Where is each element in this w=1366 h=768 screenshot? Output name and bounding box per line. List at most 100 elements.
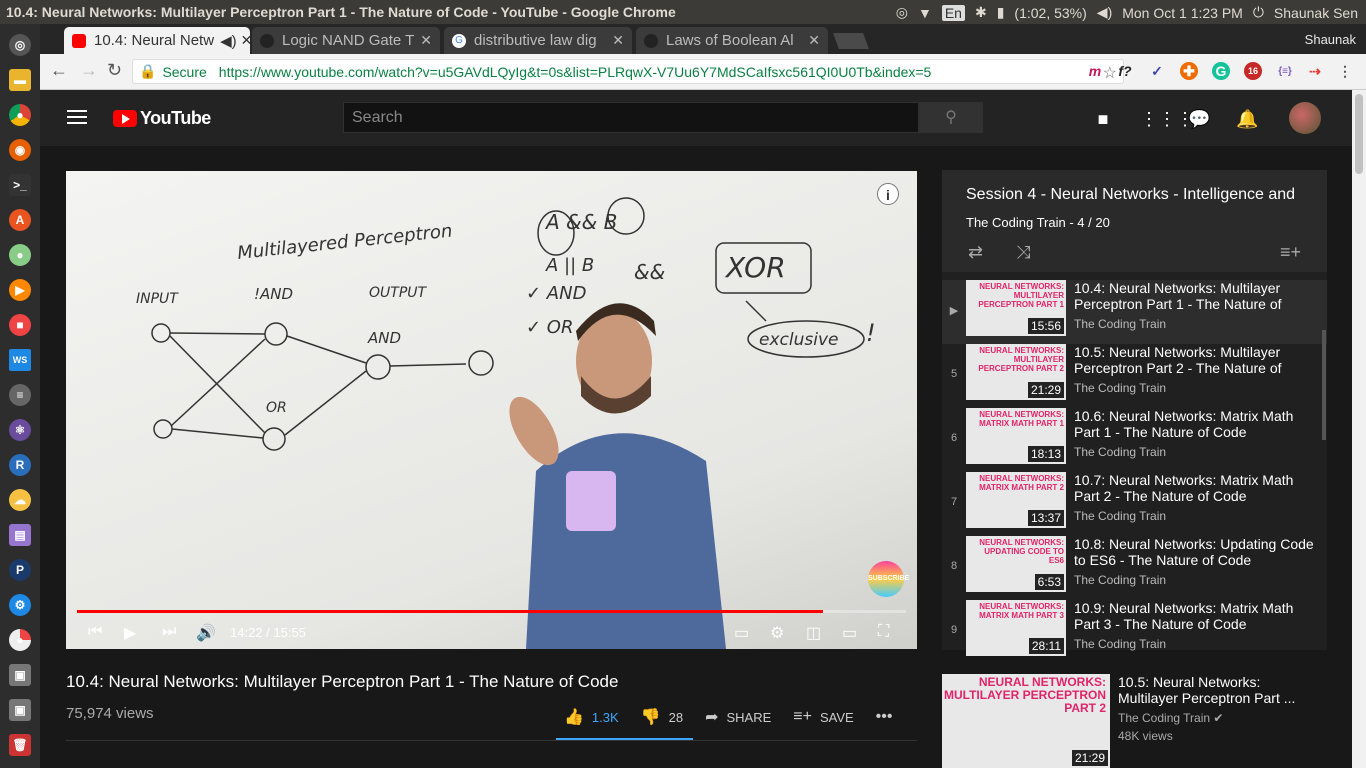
playlist-item[interactable]: 5 Neural Networks: Multilayer Perceptron … <box>942 344 1327 408</box>
close-icon[interactable]: ✕ <box>804 32 820 49</box>
apps-grid-icon[interactable]: ⋮⋮⋮ <box>1140 108 1194 130</box>
toggle-app-icon[interactable]: ● <box>9 244 31 266</box>
recommended-channel[interactable]: The Coding Train ✔ <box>1118 711 1223 725</box>
tab-youtube[interactable]: 10.4: Neural Netw ◀) ✕ <box>64 27 250 54</box>
play-icon[interactable]: ▶ <box>124 623 136 643</box>
profile-name[interactable]: Shaunak <box>1305 32 1356 47</box>
drive-icon-2[interactable]: ▣ <box>9 699 31 721</box>
new-tab-button[interactable] <box>833 33 869 49</box>
playlist-item[interactable]: 6 Neural Networks: Matrix Math Part 1 18:1… <box>942 408 1327 472</box>
tab-distributive-law[interactable]: G distributive law dig ✕ <box>444 27 632 54</box>
save-button[interactable]: ≡+ SAVE <box>793 708 853 726</box>
more-options-button[interactable]: ••• <box>876 708 901 726</box>
battery-icon[interactable]: ▮ <box>997 4 1005 21</box>
playlist-item-channel[interactable]: The Coding Train <box>1074 445 1166 459</box>
playlist-item-title[interactable]: 10.4: Neural Networks: Multilayer Percep… <box>1074 280 1314 312</box>
clock[interactable]: Mon Oct 1 1:23 PM <box>1122 5 1243 21</box>
settings-icon[interactable]: ⚙ <box>9 594 31 616</box>
puzzle-icon[interactable]: ✚ <box>1180 62 1198 80</box>
hamburger-menu-icon[interactable] <box>67 110 87 124</box>
close-icon[interactable]: ✕ <box>608 32 624 49</box>
close-icon[interactable]: ✕ <box>237 32 250 49</box>
like-button[interactable]: 👍 1.3K <box>564 707 619 727</box>
r-icon[interactable]: R <box>9 454 31 476</box>
avatar[interactable] <box>1289 102 1321 134</box>
playlist-item[interactable]: 9 Neural Networks: Matrix Math Part 3 28:1… <box>942 600 1327 664</box>
scrollbar-thumb[interactable] <box>1355 94 1363 174</box>
playlist-item-title[interactable]: 10.8: Neural Networks: Updating Code to … <box>1074 536 1314 568</box>
power-icon[interactable]: ⏻ <box>1253 4 1264 21</box>
playlist-item-title[interactable]: 10.5: Neural Networks: Multilayer Percep… <box>1074 344 1314 376</box>
atom-icon[interactable]: ⚛ <box>9 419 31 441</box>
keyboard-layout[interactable]: En <box>941 4 965 21</box>
disk-usage-icon[interactable]: ● <box>9 629 31 651</box>
playlist-title[interactable]: Session 4 - Neural Networks - Intelligen… <box>966 186 1306 204</box>
menu-icon[interactable]: ⋮ <box>1336 62 1354 80</box>
files-icon[interactable]: ▬ <box>9 69 31 91</box>
previous-icon[interactable]: ⏮ <box>88 623 102 641</box>
battery-status[interactable]: (1:02, 53%) <box>1014 5 1086 21</box>
terminal-icon[interactable]: >_ <box>9 174 31 196</box>
miniplayer-icon[interactable]: ◫ <box>806 623 821 643</box>
document-viewer-icon[interactable]: ▤ <box>9 524 31 546</box>
playlist-item-thumbnail[interactable]: Neural Networks: Multilayer Perceptron P… <box>966 344 1066 400</box>
recommended-video[interactable]: Neural Networks: Multilayer Perceptron P… <box>942 674 1327 768</box>
recommended-title[interactable]: 10.5: Neural Networks: Multilayer Percep… <box>1118 674 1323 706</box>
trash-icon[interactable]: 🗑 <box>9 734 31 756</box>
bookmark-star-icon[interactable]: ☆ <box>1103 63 1117 83</box>
vlc-icon[interactable]: ▶ <box>9 279 31 301</box>
next-icon[interactable]: ⏭ <box>162 623 176 641</box>
drive-icon[interactable]: ▣ <box>9 664 31 686</box>
volume-icon[interactable]: 🔊 <box>196 623 216 643</box>
adblock-icon[interactable]: 16 <box>1244 62 1262 80</box>
messages-icon[interactable]: 💬 <box>1188 108 1210 130</box>
playlist-item-channel[interactable]: The Coding Train <box>1074 381 1166 395</box>
video-progress-bar[interactable] <box>77 610 906 613</box>
url-text[interactable]: https://www.youtube.com/watch?v=u5GAVdLQ… <box>219 64 932 80</box>
bluetooth-icon[interactable]: ✱ <box>975 4 987 21</box>
tab-logic-nand[interactable]: Logic NAND Gate T ✕ <box>252 27 440 54</box>
search-input[interactable]: Search <box>343 102 919 133</box>
share-button[interactable]: ➦ SHARE <box>705 707 771 727</box>
shuffle-icon[interactable]: ⤨ <box>1016 242 1030 263</box>
notifications-bell-icon[interactable]: 🔔 <box>1236 108 1258 130</box>
info-icon[interactable]: i <box>877 183 899 205</box>
user-name[interactable]: Shaunak Sen <box>1274 5 1358 21</box>
playlist-item-thumbnail[interactable]: Neural Networks: Matrix Math Part 1 18:13 <box>966 408 1066 464</box>
address-bar[interactable]: 🔒 Secure https://www.youtube.com/watch?v… <box>132 59 1124 84</box>
ubuntu-software-icon[interactable]: A <box>9 209 31 231</box>
firefox-icon[interactable]: ◉ <box>9 139 31 161</box>
speaker-icon[interactable]: ◀) <box>220 32 237 50</box>
database-icon[interactable]: ≡ <box>9 384 31 406</box>
playlist-item-title[interactable]: 10.6: Neural Networks: Matrix Math Part … <box>1074 408 1314 440</box>
youtube-logo[interactable]: YouTube <box>113 108 211 129</box>
reload-icon[interactable]: ↻ <box>107 60 122 81</box>
loop-icon[interactable]: ⇄ <box>968 242 983 263</box>
playlist-item-thumbnail[interactable]: Neural Networks: Multilayer Perceptron P… <box>966 280 1066 336</box>
playlist-item[interactable]: 8 Neural Networks: Updating Code to ES6 6:… <box>942 536 1327 600</box>
p-app-icon[interactable]: P <box>9 559 31 581</box>
tab-boolean-laws[interactable]: Laws of Boolean Al ✕ <box>636 27 828 54</box>
playlist-add-icon[interactable]: ≡+ <box>1280 242 1301 263</box>
arrow-icon[interactable]: ⇢ <box>1306 62 1324 80</box>
video-frame[interactable]: Multilayered Perceptron INPUT !AND OUTPU… <box>66 171 917 649</box>
page-scrollbar[interactable] <box>1352 90 1366 768</box>
grammarly-icon[interactable]: G <box>1212 62 1230 80</box>
fullscreen-icon[interactable]: ⛶ <box>878 623 889 641</box>
chrome-icon[interactable]: ◎ <box>896 4 908 21</box>
playlist-item-thumbnail[interactable]: Neural Networks: Matrix Math Part 2 13:37 <box>966 472 1066 528</box>
create-video-icon[interactable]: ■ <box>1092 108 1114 130</box>
subscribe-badge[interactable]: SUBSCRIBE <box>868 561 909 597</box>
volume-icon[interactable]: ◀) <box>1097 4 1112 21</box>
m-extension-icon[interactable]: m <box>1086 62 1104 80</box>
playlist-item-thumbnail[interactable]: Neural Networks: Updating Code to ES6 6:5… <box>966 536 1066 592</box>
playlist-item-thumbnail[interactable]: Neural Networks: Matrix Math Part 3 28:11 <box>966 600 1066 656</box>
check-icon[interactable]: ✓ <box>1148 62 1166 80</box>
wifi-icon[interactable]: ▼ <box>918 5 932 21</box>
theater-mode-icon[interactable]: ▭ <box>842 623 857 643</box>
playlist-item-title[interactable]: 10.7: Neural Networks: Matrix Math Part … <box>1074 472 1314 504</box>
recommended-thumbnail[interactable]: Neural Networks: Multilayer Perceptron P… <box>942 674 1110 768</box>
back-icon[interactable]: ← <box>50 60 68 81</box>
video-player[interactable]: Multilayered Perceptron INPUT !AND OUTPU… <box>66 171 917 649</box>
chrome-app-icon[interactable]: ● <box>9 104 31 126</box>
